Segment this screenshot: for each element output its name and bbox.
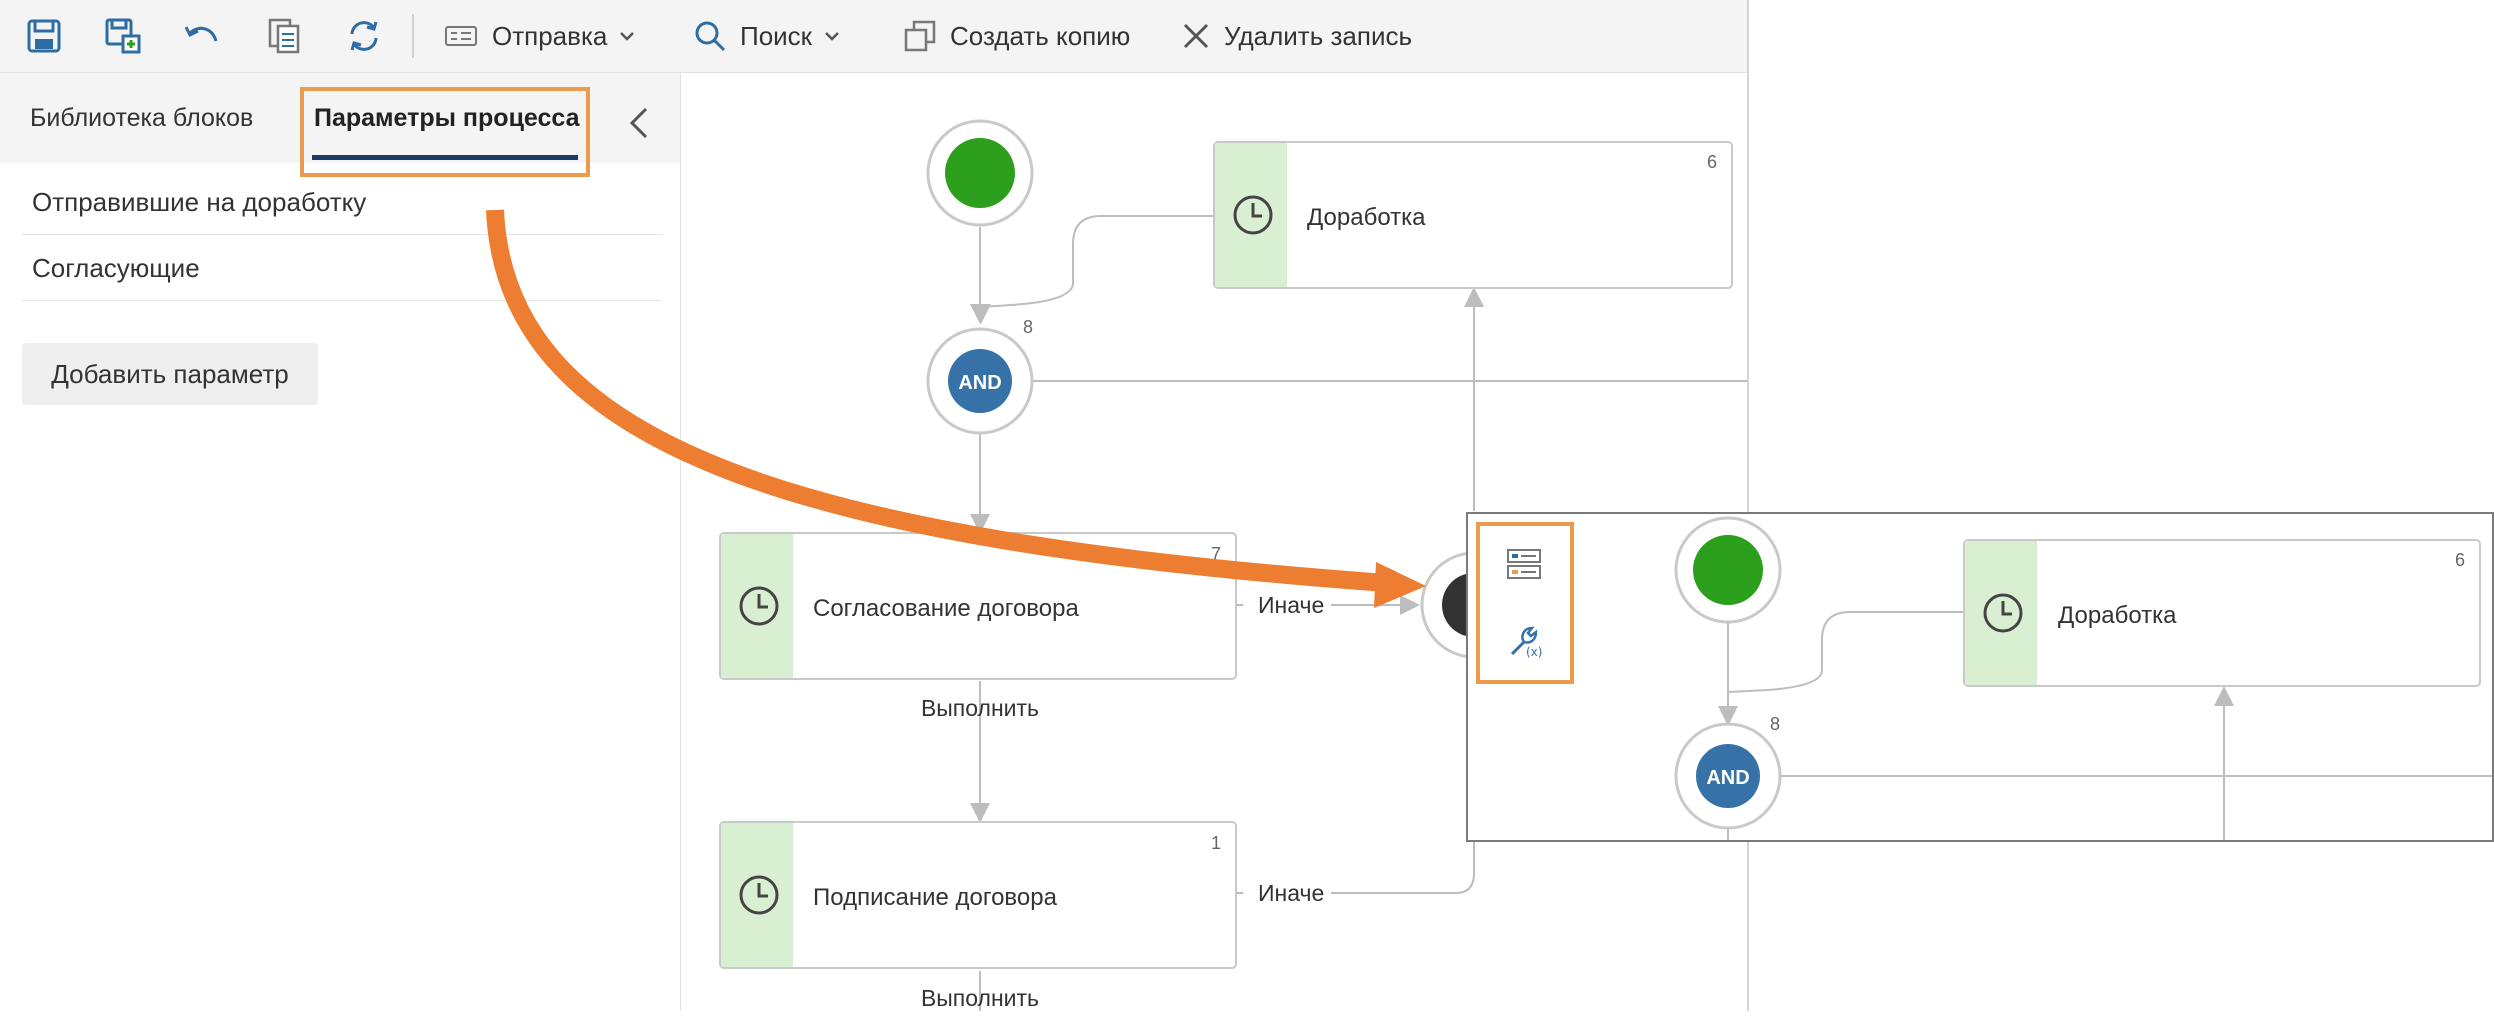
undo-icon[interactable]	[180, 14, 224, 58]
toolbar-separator	[412, 14, 414, 58]
and-gateway-number: 8	[1023, 317, 1033, 337]
send-button[interactable]: Отправка	[444, 14, 649, 58]
search-label: Поиск	[740, 20, 813, 51]
connector	[1727, 611, 1966, 693]
delete-record-button[interactable]: Удалить запись	[1182, 14, 1412, 58]
edge-label-execute: Выполнить	[921, 695, 1039, 721]
task-rework-number: 6	[1707, 152, 1717, 172]
tab-block-library[interactable]: Библиотека блоков	[30, 73, 253, 163]
inset-and-gateway-label: AND	[1706, 767, 1749, 789]
task-contract-approval-number: 7	[1211, 544, 1221, 564]
inset-start-event-fill	[1693, 535, 1763, 605]
chevron-down-icon	[825, 32, 839, 41]
inset-tool-icons-highlight: (x)	[1476, 522, 1574, 684]
save-icon[interactable]	[22, 14, 66, 58]
delete-label: Удалить запись	[1224, 20, 1413, 51]
edge-label-otherwise: Иначе	[1258, 592, 1324, 618]
tab-highlight-frame	[300, 87, 590, 177]
inset-task-rework-label: Доработка	[2058, 602, 2177, 629]
inset-task-rework-number: 6	[2455, 550, 2465, 570]
and-gateway-label: AND	[958, 372, 1001, 394]
copy-icon[interactable]	[262, 14, 306, 58]
edge-label-execute-2: Выполнить	[921, 985, 1039, 1011]
param-item-approvers[interactable]: Согласующие	[22, 237, 662, 301]
task-rework[interactable]	[1213, 141, 1733, 289]
task-contract-signing-label: Подписание договора	[813, 884, 1058, 911]
inset-and-gateway-number: 8	[1770, 714, 1780, 734]
send-icon	[445, 26, 477, 46]
task-contract-approval-label: Согласование договора	[813, 595, 1079, 622]
param-item-returned-for-rework[interactable]: Отправившие на доработку	[22, 171, 662, 235]
duplicate-icon	[904, 20, 936, 52]
add-parameter-button[interactable]: Добавить параметр	[22, 343, 318, 405]
chevron-left-icon	[629, 107, 648, 139]
edge-label-otherwise-2: Иначе	[1258, 880, 1324, 906]
zoom-inset: AND 8 Доработка 6 (x)	[1466, 512, 2494, 842]
refresh-icon[interactable]	[342, 14, 386, 58]
search-icon	[695, 21, 726, 52]
task-rework-label: Доработка	[1307, 204, 1426, 231]
svg-text:(x): (x)	[1526, 645, 1542, 658]
collapse-panel-button[interactable]	[620, 103, 660, 143]
save-as-icon[interactable]	[101, 14, 145, 58]
close-icon	[1183, 23, 1209, 49]
connector	[971, 215, 1214, 324]
create-copy-button[interactable]: Создать копию	[904, 14, 1130, 58]
toolbar: Отправка Поиск Создать копию Удалить зап…	[0, 0, 1747, 73]
inset-diagram: AND 8 Доработка 6	[1674, 516, 2492, 840]
search-button[interactable]: Поиск	[694, 14, 854, 58]
task-contract-signing-number: 1	[1211, 833, 1221, 853]
process-designer-window: Отправка Поиск Создать копию Удалить зап…	[0, 0, 1749, 1011]
chevron-down-icon	[620, 32, 635, 41]
inset-task-rework[interactable]	[1963, 539, 2481, 687]
sidebar-panel: Библиотека блоков Параметры процесса Отп…	[0, 73, 681, 1011]
create-copy-label: Создать копию	[950, 20, 1131, 51]
send-label: Отправка	[492, 20, 608, 51]
wrench-settings-icon[interactable]: (x)	[1506, 622, 1542, 658]
parameters-list-icon[interactable]	[1506, 548, 1542, 580]
connector	[1331, 813, 1475, 894]
start-event-fill	[945, 138, 1015, 208]
